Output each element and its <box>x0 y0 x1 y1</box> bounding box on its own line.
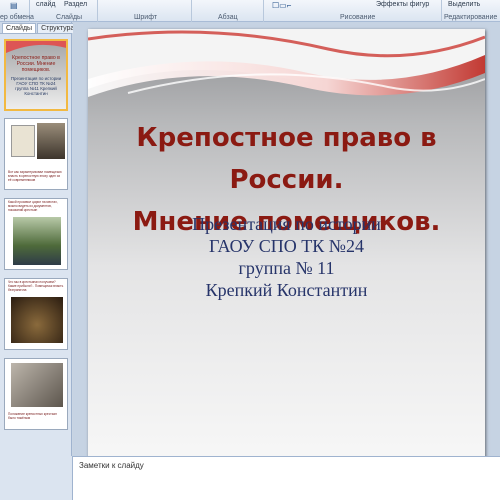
thumb-caption: Какой произвол царил на местах, можно ви… <box>8 200 58 212</box>
section-button[interactable]: Раздел <box>64 1 87 8</box>
slide-editor: Крепостное право в России. Мнение помещи… <box>73 22 500 461</box>
notes-pane[interactable]: Заметки к слайду <box>73 456 500 500</box>
slides-pane: Слайды Структура × Крепостное право в Ро… <box>0 22 84 456</box>
thumb-title: Крепостное право в России. Мнение помещи… <box>12 55 60 73</box>
slide-subtitle[interactable]: Презентация по истории ГАОУ СПО ТК №24 г… <box>88 213 485 301</box>
thumb-caption: Положение крепостных крестьян было тяжёл… <box>8 412 57 420</box>
thumbnail-list: Крепостное право в России. Мнение помещи… <box>0 34 72 456</box>
decorative-waves <box>88 29 485 97</box>
clipboard-group: ▤ ер обмена <box>0 0 34 22</box>
paragraph-group: Абзац <box>192 0 264 22</box>
editing-group: Выделить Редактирование <box>444 1 498 21</box>
ribbon: ▤ ер обмена слайд Раздел Слайды Шрифт Аб… <box>0 0 500 22</box>
slide-thumbnail-1[interactable]: Крепостное право в России. Мнение помещи… <box>4 39 68 111</box>
slides-group: слайд Раздел Слайды <box>30 0 98 22</box>
thumb-caption: Что мы в крестьянах получаем? Какие приб… <box>8 280 64 292</box>
shape-effects-button[interactable]: Эффекты фигур <box>376 1 429 8</box>
document-image <box>11 125 35 157</box>
engraving-image <box>11 363 63 407</box>
paste-icon[interactable]: ▤ <box>10 1 18 10</box>
drawing-group: ☐▭⌐ Эффекты фигур Рисование <box>264 0 442 22</box>
select-button[interactable]: Выделить <box>448 1 480 8</box>
painting-image <box>13 217 61 265</box>
notes-placeholder: Заметки к слайду <box>79 461 144 470</box>
shapes-icon[interactable]: ☐▭⌐ <box>272 1 291 10</box>
thumb-caption: Вот как характеризовал помещичью власть … <box>8 170 62 182</box>
slide-thumbnail-4[interactable]: Что мы в крестьянах получаем? Какие приб… <box>4 278 68 350</box>
slide-thumbnail-5[interactable]: Положение крепостных крестьян было тяжёл… <box>4 358 68 430</box>
portrait-image <box>37 123 65 159</box>
painting-image <box>11 297 63 343</box>
new-slide-button[interactable]: слайд <box>36 1 55 8</box>
pane-footer <box>0 456 73 500</box>
thumb-subtitle: Презентация по истории ГАОУ СПО ТК №24 г… <box>10 76 62 96</box>
font-group: Шрифт <box>98 0 192 22</box>
current-slide[interactable]: Крепостное право в России. Мнение помещи… <box>88 29 485 461</box>
pane-tabs: Слайды Структура × <box>0 22 84 34</box>
slide-thumbnail-2[interactable]: Вот как характеризовал помещичью власть … <box>4 118 68 190</box>
slide-thumbnail-3[interactable]: Какой произвол царил на местах, можно ви… <box>4 198 68 270</box>
tab-slides[interactable]: Слайды <box>2 23 37 33</box>
